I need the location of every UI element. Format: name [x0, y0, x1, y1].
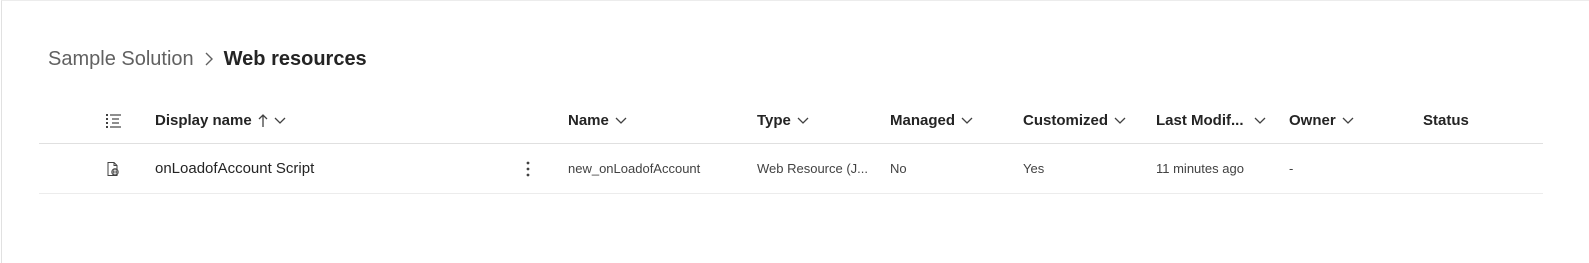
- column-header-label: Customized: [1023, 112, 1109, 129]
- table-row[interactable]: onLoadofAccount Script new_onLoadofAccou…: [39, 144, 1543, 194]
- chevron-down-icon: [797, 117, 809, 125]
- breadcrumb-parent-link[interactable]: Sample Solution: [48, 48, 194, 71]
- breadcrumb: Sample Solution Web resources: [48, 45, 367, 73]
- chevron-down-icon: [1254, 117, 1266, 125]
- chevron-down-icon: [615, 117, 627, 125]
- chevron-right-icon: [204, 51, 214, 67]
- cell-last-modified: 11 minutes ago: [1156, 161, 1244, 176]
- cell-owner: -: [1289, 161, 1294, 176]
- list-view-icon[interactable]: [105, 98, 129, 143]
- column-header-customized[interactable]: Customized: [1023, 98, 1148, 143]
- column-header-label: Status: [1423, 112, 1469, 129]
- column-header-type[interactable]: Type: [757, 98, 877, 143]
- cell-status: [1423, 144, 1533, 193]
- web-resources-grid: Display name Name Type Managed Customize…: [39, 98, 1543, 194]
- grid-header-row: Display name Name Type Managed Customize…: [39, 98, 1543, 144]
- column-header-label: Name: [568, 112, 609, 129]
- column-header-name[interactable]: Name: [568, 98, 738, 143]
- page-frame: Sample Solution Web resources Display na…: [1, 0, 1589, 263]
- column-header-display-name[interactable]: Display name: [155, 98, 535, 143]
- cell-name: new_onLoadofAccount: [568, 161, 701, 176]
- column-header-managed[interactable]: Managed: [890, 98, 1010, 143]
- column-header-owner[interactable]: Owner: [1289, 98, 1409, 143]
- column-header-label: Display name: [155, 112, 252, 129]
- more-options-icon[interactable]: [518, 144, 538, 193]
- chevron-down-icon: [274, 117, 286, 125]
- column-header-label: Managed: [890, 112, 956, 129]
- column-header-last-modified[interactable]: Last Modif...: [1156, 98, 1281, 143]
- chevron-down-icon: [961, 117, 973, 125]
- column-header-status[interactable]: Status: [1423, 98, 1533, 143]
- page-title: Web resources: [223, 47, 367, 70]
- cell-managed: No: [890, 161, 907, 176]
- cell-customized: Yes: [1023, 161, 1045, 176]
- web-resource-icon: [105, 144, 129, 193]
- column-header-label: Last Modif...: [1156, 112, 1244, 129]
- display-name-link[interactable]: onLoadofAccount Script: [155, 144, 495, 193]
- chevron-down-icon: [1114, 117, 1126, 125]
- chevron-down-icon: [1342, 117, 1354, 125]
- cell-type: Web Resource (J...: [757, 161, 869, 176]
- column-header-label: Owner: [1289, 112, 1336, 129]
- column-header-label: Type: [757, 112, 791, 129]
- sort-ascending-icon: [258, 113, 268, 128]
